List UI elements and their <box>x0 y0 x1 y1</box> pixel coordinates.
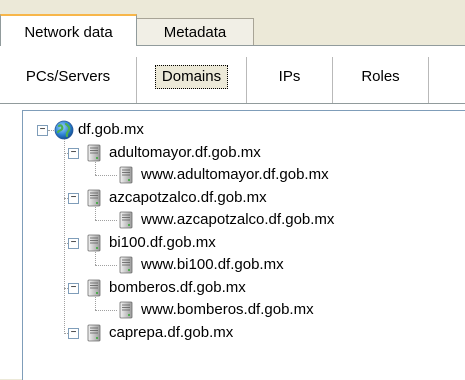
tree-node-label[interactable]: bi100.df.gob.mx <box>109 232 216 254</box>
tree-node-label[interactable]: www.bi100.df.gob.mx <box>141 254 284 276</box>
server-icon <box>87 144 101 166</box>
server-icon <box>119 301 133 323</box>
tree-connector <box>64 139 65 334</box>
tree-connector <box>95 206 96 220</box>
tree-connector <box>95 251 96 265</box>
tab-network-data[interactable]: Network data <box>0 14 137 46</box>
collapse-toggle[interactable]: − <box>68 327 79 339</box>
tree-connector <box>95 310 117 311</box>
tree-connector <box>95 296 96 310</box>
tree-connector <box>95 265 117 266</box>
tree-node-label[interactable]: adultomayor.df.gob.mx <box>109 142 261 164</box>
tree-node-label[interactable]: azcapotzalco.df.gob.mx <box>109 187 267 209</box>
tab-domains[interactable]: Domains <box>137 57 247 103</box>
server-icon <box>87 279 101 301</box>
tree-node-label[interactable]: www.adultomayor.df.gob.mx <box>141 164 329 186</box>
domains-tree[interactable]: − df.gob.mx − adultomayor.df.gob.mx www.adul… <box>22 110 465 380</box>
tab-domains-label: Domains <box>154 65 229 89</box>
network-data-panel: PCs/Servers Domains IPs Roles − df.gob.mx… <box>0 45 465 380</box>
collapse-toggle[interactable]: − <box>37 125 48 136</box>
tree-node-label[interactable]: df.gob.mx <box>78 119 144 141</box>
server-icon <box>119 166 133 188</box>
collapse-toggle[interactable]: − <box>68 147 79 159</box>
tree-node-label[interactable]: www.bomberos.df.gob.mx <box>141 299 314 321</box>
collapse-toggle[interactable]: − <box>68 282 79 294</box>
tree-connector <box>48 130 54 131</box>
tree-node-label[interactable]: bomberos.df.gob.mx <box>109 277 246 299</box>
server-icon <box>119 256 133 278</box>
tree-node-label[interactable]: caprepa.df.gob.mx <box>109 322 233 344</box>
tab-ips[interactable]: IPs <box>247 57 333 103</box>
tree-connector <box>95 220 117 221</box>
server-icon <box>119 211 133 233</box>
server-icon <box>87 234 101 256</box>
collapse-toggle[interactable]: − <box>68 237 79 249</box>
server-icon <box>87 189 101 211</box>
tab-metadata[interactable]: Metadata <box>136 18 254 45</box>
tree-connector <box>95 161 96 175</box>
outer-tab-bar: Network data Metadata <box>0 14 465 46</box>
collapse-toggle[interactable]: − <box>68 192 79 204</box>
tab-pcs-servers[interactable]: PCs/Servers <box>0 57 137 103</box>
tree-connector <box>95 175 117 176</box>
tab-roles[interactable]: Roles <box>333 57 429 103</box>
tree-node-label[interactable]: www.azcapotzalco.df.gob.mx <box>141 209 334 231</box>
inner-tab-bar: PCs/Servers Domains IPs Roles <box>0 57 465 104</box>
server-icon <box>87 324 101 346</box>
